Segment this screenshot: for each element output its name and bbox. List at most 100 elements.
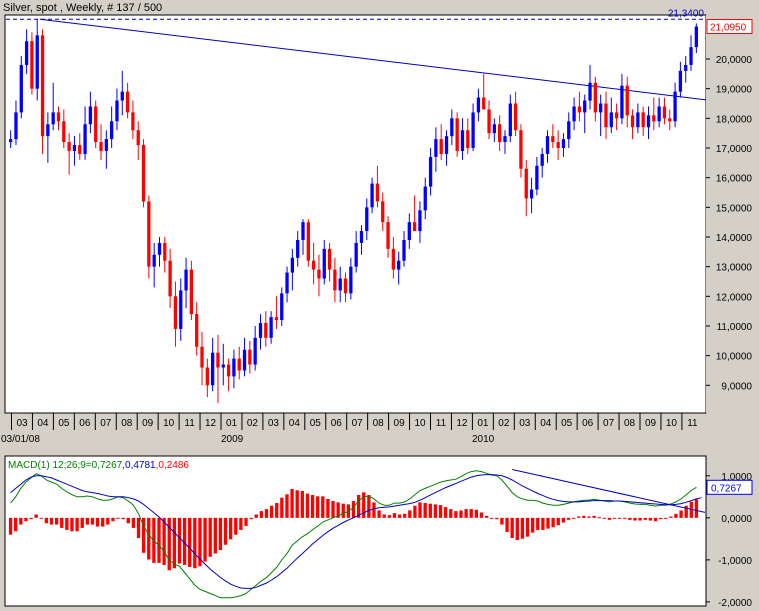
candle-body xyxy=(476,97,481,113)
candle-body xyxy=(136,130,140,146)
candle-body xyxy=(226,364,231,377)
candle-body xyxy=(551,136,555,143)
histogram-bar xyxy=(566,517,571,520)
candle-body xyxy=(157,242,162,255)
month-tick-label: 11 xyxy=(687,418,698,429)
candle-body xyxy=(301,222,305,240)
high-value-label: 21,3400 xyxy=(668,8,705,19)
histogram-bar xyxy=(658,517,663,520)
macd-tick-label: -1,0000 xyxy=(718,556,752,567)
month-tick-label: 05 xyxy=(310,418,322,429)
histogram-bar xyxy=(530,517,535,533)
candle-body xyxy=(19,64,23,113)
macd-tick-label: -2,0000 xyxy=(718,598,752,609)
histogram-bar xyxy=(423,503,427,518)
histogram-bar xyxy=(234,517,238,535)
month-tick-label: 07 xyxy=(603,418,615,429)
month-tick-label: 05 xyxy=(561,418,573,429)
histogram-bar xyxy=(213,517,217,554)
histogram-bar xyxy=(387,515,391,518)
candle-body xyxy=(115,100,119,122)
histogram-bar xyxy=(147,517,151,560)
price-panel[interactable] xyxy=(4,14,707,414)
histogram-bar xyxy=(341,503,345,518)
candle-body xyxy=(508,103,512,137)
histogram-bar xyxy=(44,517,49,524)
histogram-bar xyxy=(484,515,489,518)
histogram-bar xyxy=(561,517,566,523)
candle-body xyxy=(466,130,470,148)
month-tick-label: 06 xyxy=(79,418,91,429)
month-tick-label: 10 xyxy=(666,418,678,429)
price-tick-label: 20,0000 xyxy=(716,55,753,66)
candle-body xyxy=(333,269,337,291)
macd-panel[interactable] xyxy=(4,455,707,607)
month-tick-label: 05 xyxy=(58,418,70,429)
month-tick-label: 02 xyxy=(498,418,510,429)
histogram-bar xyxy=(228,517,233,540)
candle-body xyxy=(386,222,390,249)
histogram-bar xyxy=(638,517,642,521)
month-tick-label: 09 xyxy=(645,418,657,429)
macd-legend-hist: 0,2486 xyxy=(158,460,189,471)
candle-body xyxy=(391,248,396,270)
year-tick-label: 2010 xyxy=(472,434,495,445)
histogram-bar xyxy=(70,517,74,532)
price-tick-label: 18,0000 xyxy=(716,114,753,125)
silver-weekly-chart[interactable]: Silver, spot , Weekly, # 137 / 500 9,000… xyxy=(0,0,759,611)
histogram-bar xyxy=(403,513,407,518)
histogram-bar xyxy=(556,517,560,526)
candle-body xyxy=(588,82,592,101)
candle-body xyxy=(221,364,225,368)
histogram-bar xyxy=(29,517,33,520)
histogram-bar xyxy=(459,510,463,518)
candle-body xyxy=(689,47,693,65)
candle-body xyxy=(195,314,199,347)
candle-body xyxy=(620,85,624,119)
candle-body xyxy=(83,124,87,154)
histogram-bar xyxy=(121,517,125,520)
candle-body xyxy=(402,239,406,261)
histogram-bar xyxy=(331,501,335,518)
histogram-bar xyxy=(218,517,223,551)
candle-body xyxy=(593,82,597,113)
candle-body xyxy=(99,142,103,151)
month-tick-label: 08 xyxy=(373,418,385,429)
histogram-bar xyxy=(177,517,182,564)
histogram-bar xyxy=(85,517,90,525)
candle-body xyxy=(163,242,167,261)
histogram-bar xyxy=(264,509,269,518)
candle-body xyxy=(572,106,576,122)
histogram-bar xyxy=(305,493,310,518)
candle-body xyxy=(636,112,640,128)
price-tick-label: 13,0000 xyxy=(716,263,753,274)
histogram-bar xyxy=(39,517,43,519)
candle-body xyxy=(242,349,247,371)
histogram-bar xyxy=(408,510,412,518)
last-price-label: 21,0950 xyxy=(710,23,747,34)
month-tick-label: 11 xyxy=(184,418,195,429)
histogram-bar xyxy=(592,515,596,518)
macd-legend: MACD(1) 12;26;9=0,7267,0,4781,0,2486 xyxy=(8,460,189,471)
panel-separator[interactable] xyxy=(0,446,759,454)
histogram-bar xyxy=(49,517,54,525)
month-tick-label: 06 xyxy=(331,418,343,429)
histogram-bar xyxy=(587,516,591,518)
candle-body xyxy=(343,278,348,294)
candle-body xyxy=(30,41,34,89)
histogram-bar xyxy=(510,517,514,539)
candle-body xyxy=(678,70,683,92)
candle-body xyxy=(264,323,268,338)
candle-body xyxy=(14,112,18,140)
candle-body xyxy=(104,139,108,151)
histogram-bar xyxy=(541,517,545,530)
month-tick-label: 11 xyxy=(436,418,447,429)
candle-body xyxy=(88,106,93,125)
candle-body xyxy=(370,183,374,208)
candle-body xyxy=(434,139,438,157)
candle-body xyxy=(290,257,295,273)
month-tick-label: 09 xyxy=(394,418,406,429)
candle-body xyxy=(46,124,50,137)
candle-body xyxy=(147,201,151,267)
histogram-bar xyxy=(34,514,38,518)
